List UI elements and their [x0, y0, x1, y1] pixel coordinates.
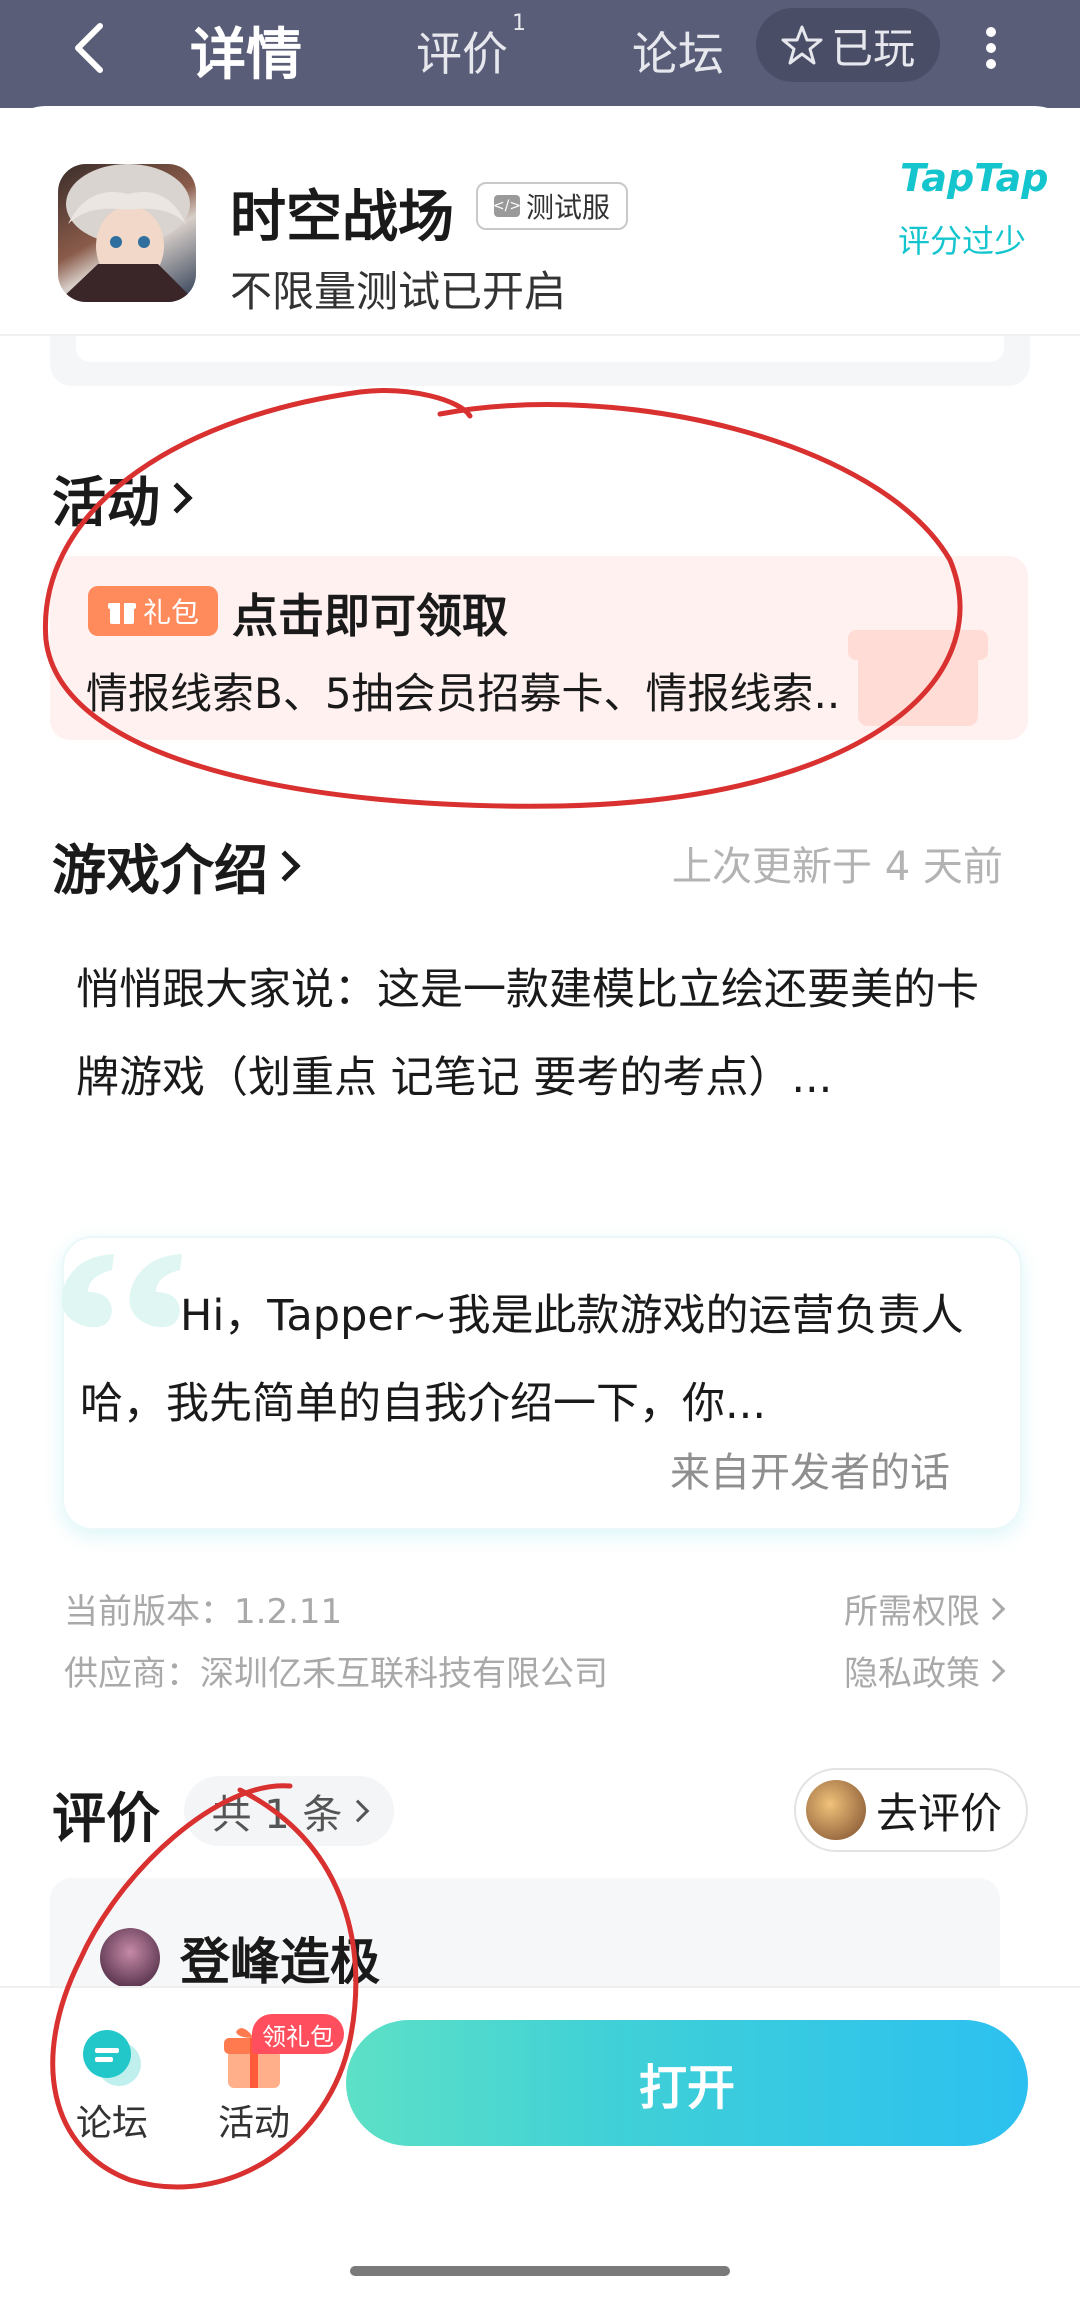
privacy-link[interactable]: 隐私政策 — [844, 1646, 1006, 1695]
star-icon — [781, 25, 823, 65]
review-count-label: 共 1 条 — [211, 1792, 343, 1838]
back-arrow-icon[interactable] — [60, 18, 120, 78]
app-icon — [58, 164, 196, 302]
app-icon-art — [58, 164, 196, 302]
reviews-section-title: 评价 — [52, 1774, 160, 1853]
open-game-button[interactable]: 打开 — [346, 2020, 1028, 2146]
activity-section-title: 活动 — [52, 471, 160, 534]
claim-gift-badge: 领礼包 — [252, 2014, 344, 2054]
chevron-right-icon — [269, 849, 301, 882]
gift-icon — [107, 603, 136, 624]
tab-reviews-count: 1 — [512, 10, 526, 36]
forum-label: 论坛 — [76, 2103, 149, 2144]
tab-reviews-label: 评价 — [416, 27, 508, 81]
intro-text[interactable]: 悄悄跟大家说：这是一款建模比立绘还要美的卡牌游戏（划重点 记笔记 要考的考点）.… — [76, 946, 1006, 1122]
intro-section-title: 游戏介绍 — [52, 839, 268, 902]
review-count-button[interactable]: 共 1 条 — [184, 1776, 394, 1846]
rating-note: 评分过少 — [898, 222, 1027, 260]
privacy-label: 隐私政策 — [844, 1654, 980, 1694]
forum-button[interactable]: 论坛 — [76, 2024, 148, 2146]
top-nav-bar: 详情 评价1 论坛 已玩 — [0, 0, 1080, 108]
reviews-title: 评价 — [52, 1787, 160, 1850]
forum-chat-icon — [83, 2030, 141, 2086]
developer-note-source: 来自开发者的话 — [670, 1450, 950, 1496]
chevron-right-icon — [982, 1659, 1006, 1682]
played-button[interactable]: 已玩 — [756, 8, 940, 82]
permissions-link[interactable]: 所需权限 — [844, 1584, 1006, 1633]
app-name: 时空战场 — [230, 185, 454, 250]
tab-reviews[interactable]: 评价1 — [416, 11, 526, 84]
gift-badge-label: 礼包 — [142, 596, 199, 629]
played-label: 已玩 — [830, 23, 915, 73]
activity-section-header[interactable]: 活动 — [52, 458, 193, 537]
activity-description: 情报线索B、5抽会员招募卡、情报线索.. — [86, 669, 841, 718]
screen: 详情 评价1 论坛 已玩 时空战场 </> 测试服 不限量测试已开启 TapTa… — [0, 0, 1080, 2297]
app-subtitle: 不限量测试已开启 — [230, 267, 567, 316]
user-avatar — [806, 1780, 866, 1840]
chevron-right-icon — [161, 481, 193, 514]
current-version: 当前版本：1.2.11 — [64, 1592, 343, 1632]
page-title: 详情 — [190, 23, 302, 88]
test-server-label: 测试服 — [525, 191, 610, 224]
reviewer-name[interactable]: 登峰造极 — [180, 1922, 380, 1994]
developer-note-text: Hi，Tapper~我是此款游戏的运营负责人哈，我先简单的自我介绍一下，你... — [80, 1291, 964, 1429]
activity-label: 活动 — [218, 2103, 291, 2144]
vendor-name: 供应商：深圳亿禾互联科技有限公司 — [64, 1654, 608, 1694]
write-review-button[interactable]: 去评价 — [794, 1768, 1028, 1852]
tab-forum[interactable]: 论坛 — [632, 18, 724, 84]
taptap-logo: TapTap — [900, 156, 1049, 200]
code-icon: </> — [493, 195, 521, 217]
chevron-right-icon — [347, 1799, 370, 1823]
previous-card-edge — [50, 336, 1030, 386]
permissions-label: 所需权限 — [844, 1592, 980, 1632]
chevron-right-icon — [982, 1597, 1006, 1620]
home-indicator — [350, 2266, 730, 2276]
reviewer-avatar[interactable] — [100, 1928, 160, 1988]
intro-section-header[interactable]: 游戏介绍 — [52, 826, 301, 905]
more-options-icon[interactable] — [976, 18, 1006, 78]
test-server-badge: </> 测试服 — [476, 182, 628, 230]
write-review-label: 去评价 — [876, 1788, 1003, 1838]
update-time: 上次更新于 4 天前 — [672, 844, 1003, 890]
activity-title: 点击即可领取 — [232, 589, 508, 643]
gift-badge: 礼包 — [88, 586, 218, 636]
